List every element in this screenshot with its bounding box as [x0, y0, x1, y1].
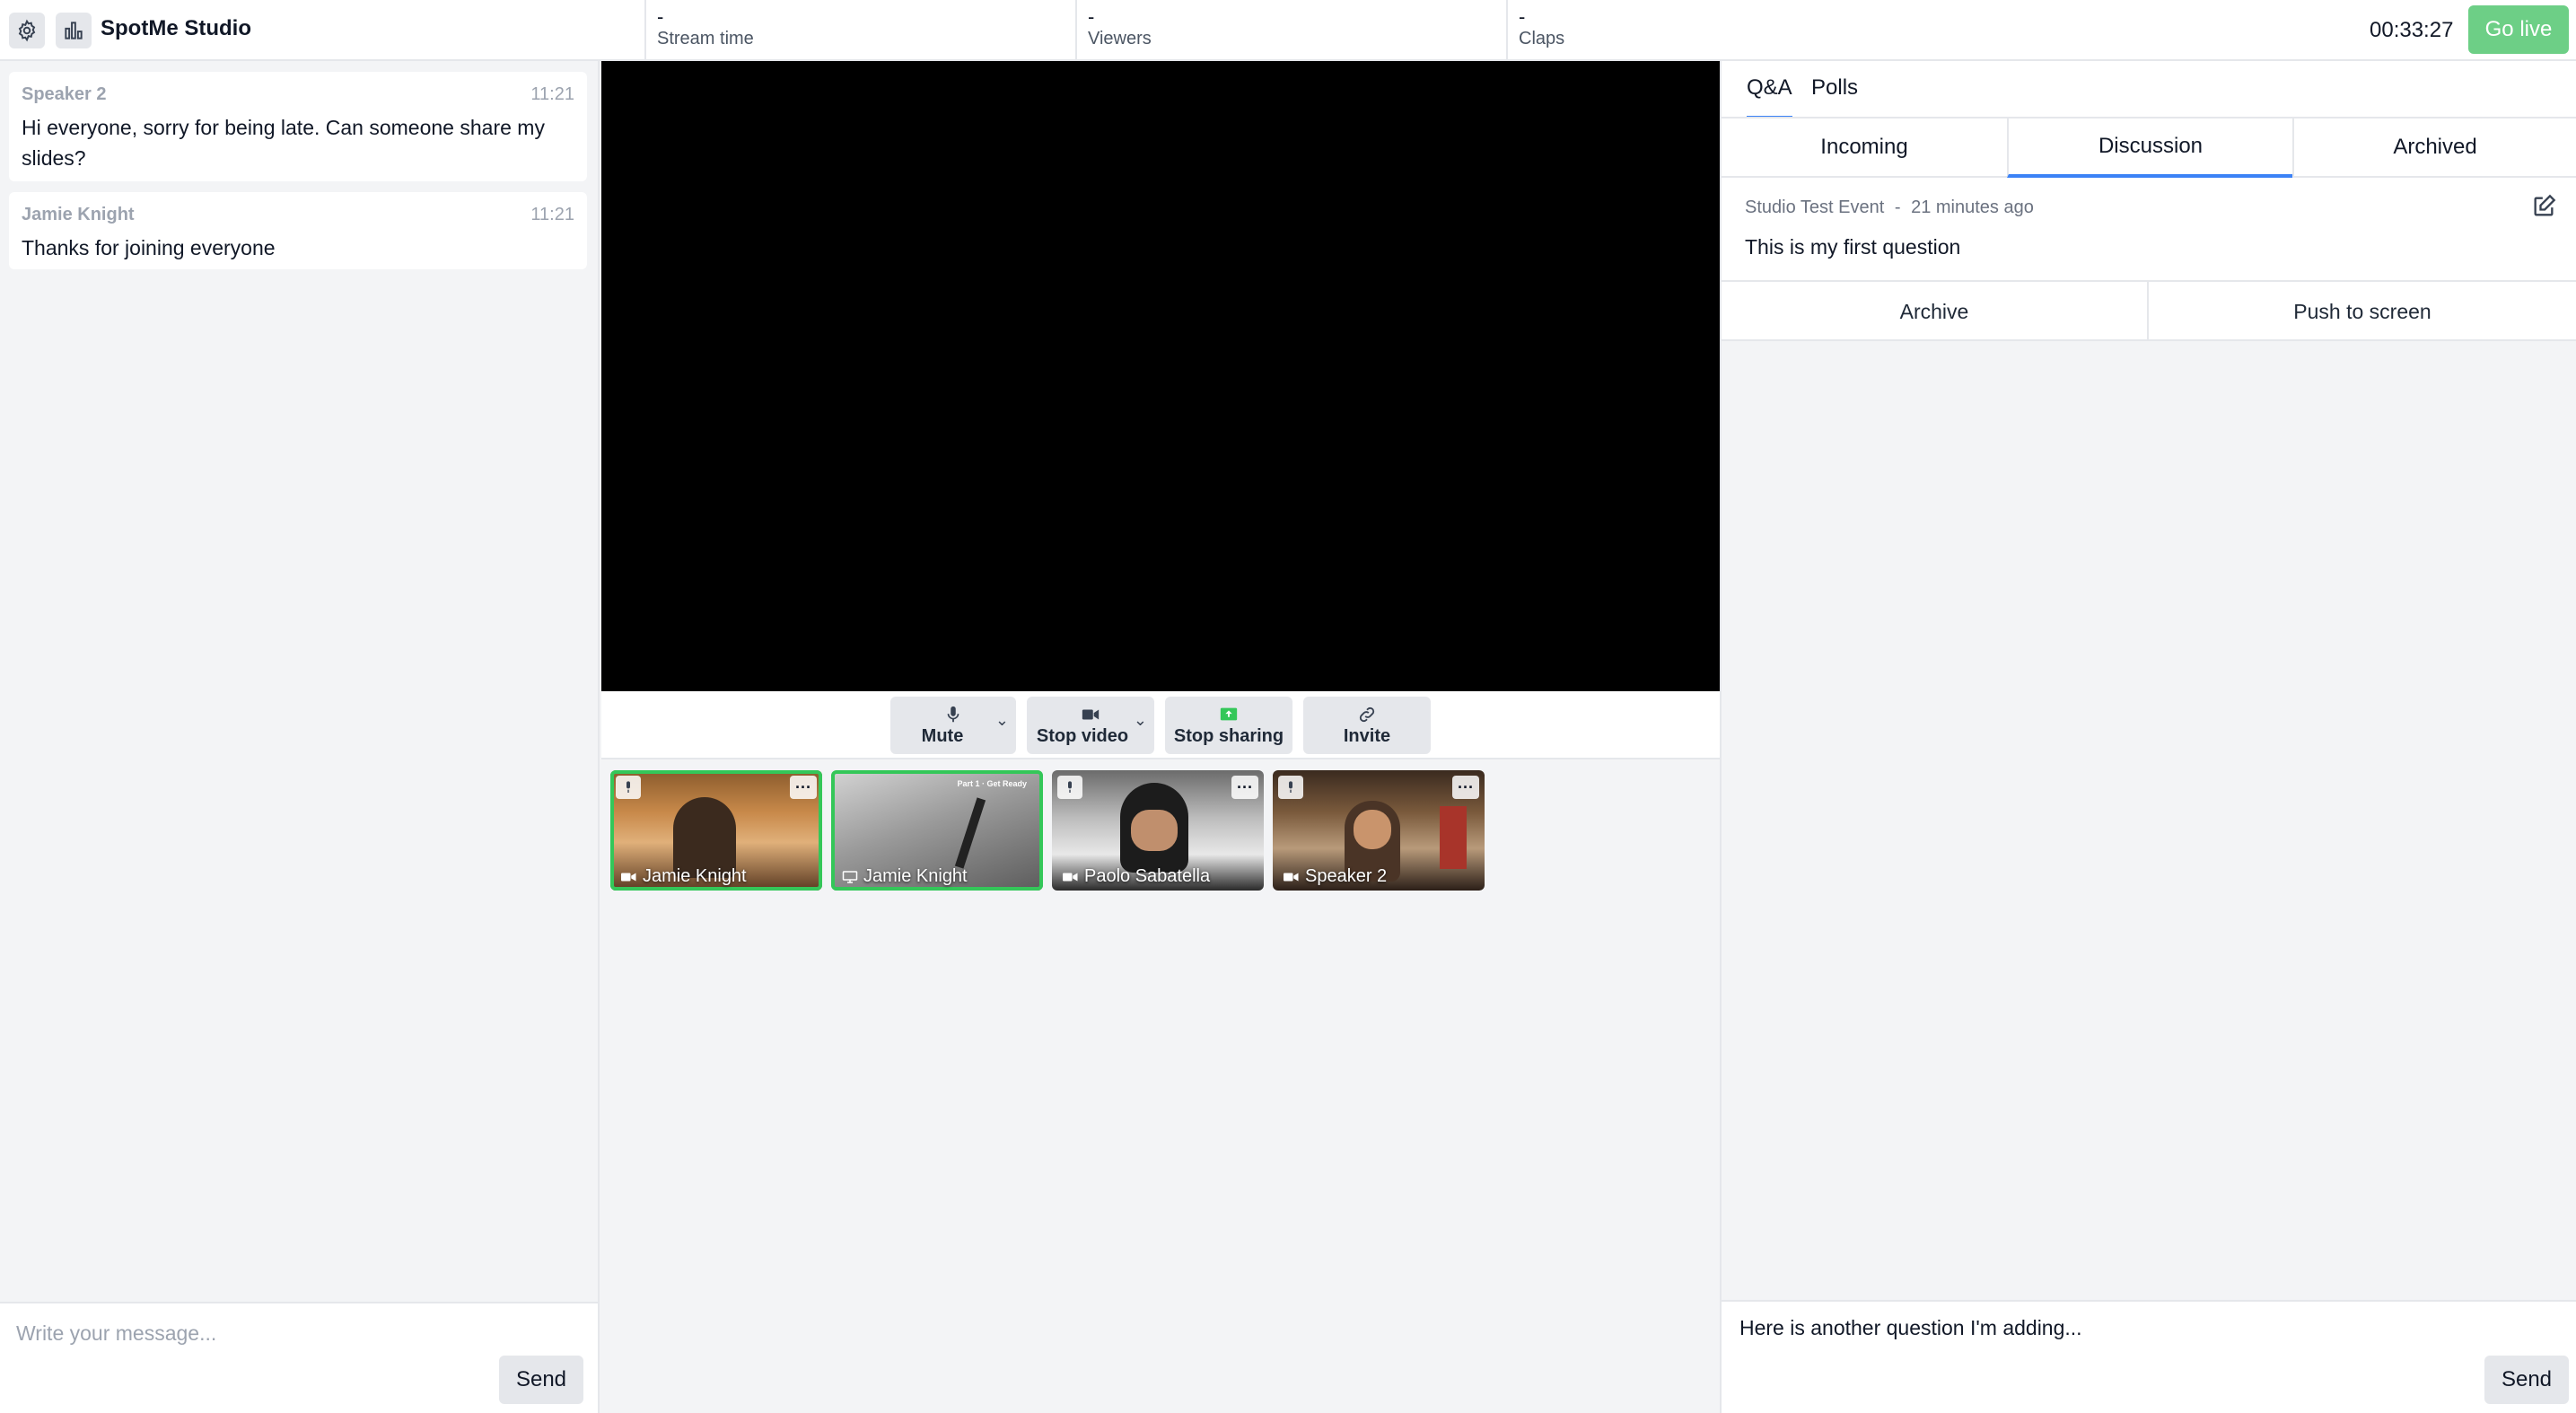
mute-label: Mute — [921, 725, 964, 746]
app-title: SpotMe Studio — [101, 16, 251, 40]
participant-face — [1131, 810, 1178, 851]
video-camera-icon — [1284, 873, 1299, 881]
microphone-icon — [947, 706, 959, 722]
stat-viewers: - Viewers — [1075, 0, 1506, 59]
microphone-icon — [1278, 776, 1303, 799]
monitor-icon — [842, 870, 858, 883]
media-controls: Mute ⌄ Stop video ⌄ Stop sharing Invite — [601, 691, 1720, 759]
message-author: Speaker 2 — [22, 84, 107, 104]
message-text: Hi everyone, sorry for being late. Can s… — [22, 116, 545, 170]
message-time: 11:21 — [530, 205, 574, 224]
archive-button[interactable]: Archive — [1722, 282, 2149, 341]
edit-icon[interactable] — [2531, 194, 2556, 219]
stat-value: - — [1088, 5, 1095, 28]
video-camera-icon — [621, 873, 636, 881]
microphone-icon — [1057, 776, 1082, 799]
participant-name-text: Jamie Knight — [643, 866, 747, 886]
video-camera-icon — [1063, 873, 1078, 881]
question-age: 21 minutes ago — [1911, 197, 2034, 217]
stat-claps: - Claps — [1506, 0, 1937, 59]
question-send-button[interactable]: Send — [2484, 1356, 2569, 1404]
participant-tile[interactable]: ··· Jamie Knight — [610, 770, 822, 891]
stat-value: - — [657, 5, 664, 28]
question-actions: Archive Push to screen — [1722, 280, 2576, 341]
panel-tabs: Q&A Polls — [1722, 61, 2576, 118]
shared-slide-text: Part 1 · Get Ready — [957, 779, 1027, 788]
push-to-screen-button[interactable]: Push to screen — [2149, 282, 2576, 341]
stage-area: Mute ⌄ Stop video ⌄ Stop sharing Invite — [601, 61, 1720, 1413]
chevron-down-icon[interactable]: ⌄ — [995, 711, 1009, 730]
live-timer: 00:33:27 — [2370, 18, 2454, 42]
top-bar: SpotMe Studio - Stream time - Viewers - … — [0, 0, 2576, 61]
bar-chart-icon — [65, 22, 83, 39]
message-text: Thanks for joining everyone — [22, 236, 276, 259]
participant-tile[interactable]: Part 1 · Get Ready Jamie Knight — [831, 770, 1043, 891]
chat-message: Speaker 2 11:21 Hi everyone, sorry for b… — [9, 72, 587, 181]
settings-button[interactable] — [9, 13, 45, 48]
message-time: 11:21 — [530, 84, 574, 104]
stop-video-button[interactable]: Stop video ⌄ — [1027, 697, 1154, 754]
participant-face — [1354, 810, 1391, 849]
chat-panel: Speaker 2 11:21 Hi everyone, sorry for b… — [0, 61, 600, 1413]
stop-sharing-label: Stop sharing — [1173, 725, 1284, 746]
chat-message-input[interactable]: Write your message... — [16, 1321, 216, 1346]
gear-icon — [18, 19, 36, 42]
message-author: Jamie Knight — [22, 205, 135, 224]
subtab-archived[interactable]: Archived — [2292, 118, 2576, 178]
mute-button[interactable]: Mute ⌄ — [890, 697, 1016, 754]
stat-label: Claps — [1519, 29, 1565, 48]
question-meta: Studio Test Event - 21 minutes ago — [1745, 197, 2034, 218]
question-input[interactable]: Here is another question I'm adding... — [1739, 1316, 2082, 1340]
go-live-button[interactable]: Go live — [2468, 5, 2569, 54]
participant-tile[interactable]: ··· Paolo Sabatella — [1052, 770, 1264, 891]
subtab-discussion[interactable]: Discussion — [2007, 118, 2292, 178]
chevron-down-icon[interactable]: ⌄ — [1134, 711, 1147, 730]
participant-name: Jamie Knight — [842, 866, 968, 887]
screen-share-icon — [1220, 707, 1238, 720]
tab-qa[interactable]: Q&A — [1747, 75, 1792, 118]
participant-name: Jamie Knight — [621, 866, 747, 887]
more-options-icon[interactable]: ··· — [790, 776, 817, 799]
stat-label: Viewers — [1088, 29, 1152, 48]
participant-video — [954, 797, 986, 869]
chat-message: Jamie Knight 11:21 Thanks for joining ev… — [9, 192, 587, 269]
subtab-incoming[interactable]: Incoming — [1722, 118, 2007, 178]
question-text: This is my first question — [1745, 235, 1961, 259]
background-object — [1440, 806, 1467, 869]
participant-name-text: Speaker 2 — [1305, 866, 1388, 886]
microphone-icon — [616, 776, 641, 799]
stat-label: Stream time — [657, 29, 754, 48]
question-event: Studio Test Event — [1745, 197, 1885, 217]
video-camera-icon — [1082, 709, 1100, 719]
main-video-stage — [601, 61, 1720, 691]
tab-polls[interactable]: Polls — [1811, 75, 1858, 101]
chat-composer: Write your message... Send — [0, 1302, 598, 1413]
participant-name: Speaker 2 — [1284, 866, 1387, 887]
invite-label: Invite — [1343, 725, 1391, 746]
participant-tile[interactable]: ··· Speaker 2 — [1273, 770, 1485, 891]
participant-name-text: Paolo Sabatella — [1084, 866, 1211, 886]
stop-video-label: Stop video — [1036, 725, 1129, 746]
participant-name: Paolo Sabatella — [1063, 866, 1210, 887]
more-options-icon[interactable]: ··· — [1452, 776, 1479, 799]
chat-send-button[interactable]: Send — [499, 1356, 583, 1404]
more-options-icon[interactable]: ··· — [1231, 776, 1258, 799]
participant-name-text: Jamie Knight — [863, 866, 968, 886]
question-composer: Here is another question I'm adding... S… — [1722, 1300, 2576, 1413]
qa-panel: Q&A Polls Incoming Discussion Archived S… — [1720, 61, 2576, 1413]
stat-stream-time: - Stream time — [644, 0, 1075, 59]
analytics-button[interactable] — [56, 13, 92, 48]
stat-value: - — [1519, 5, 1526, 28]
link-icon — [1359, 706, 1375, 722]
stop-sharing-button[interactable]: Stop sharing — [1165, 697, 1292, 754]
question-separator: - — [1894, 197, 1901, 217]
invite-button[interactable]: Invite — [1303, 697, 1431, 754]
